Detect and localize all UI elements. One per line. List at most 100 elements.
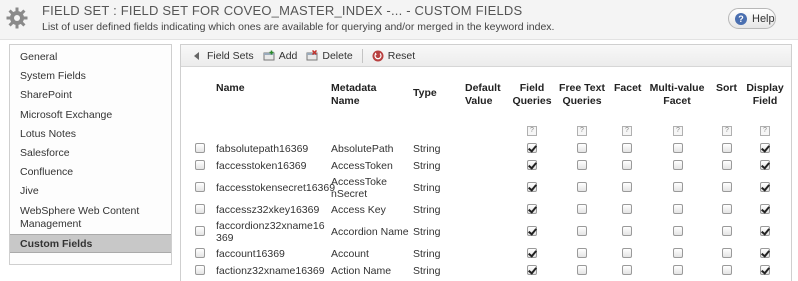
facet-checkbox[interactable]	[622, 182, 632, 192]
sort-checkbox[interactable]	[722, 160, 732, 170]
free-text-queries-checkbox[interactable]	[577, 204, 587, 214]
toolbar-divider	[361, 48, 363, 63]
col-header-default-value: Default Value	[465, 82, 501, 107]
row-select-checkbox[interactable]	[195, 226, 205, 236]
free-text-queries-checkbox[interactable]	[577, 143, 587, 153]
add-label: Add	[278, 49, 298, 62]
free-text-queries-checkbox[interactable]	[577, 182, 587, 192]
facet-checkbox[interactable]	[622, 248, 632, 258]
row-select-checkbox[interactable]	[195, 265, 205, 275]
multi-value-facet-checkbox[interactable]	[673, 160, 683, 170]
sort-checkbox[interactable]	[722, 265, 732, 275]
field-queries-checkbox[interactable]	[527, 226, 537, 236]
facet-help-icon[interactable]: ?	[622, 126, 632, 136]
sidebar-item-sharepoint[interactable]: SharePoint	[10, 86, 171, 105]
multi-value-facet-checkbox[interactable]	[673, 265, 683, 275]
facet-checkbox[interactable]	[622, 160, 632, 170]
sidebar-nav: General System Fields SharePoint Microso…	[9, 44, 172, 265]
sidebar-item-general[interactable]: General	[10, 48, 171, 67]
sidebar-item-microsoft-exchange[interactable]: Microsoft Exchange	[10, 106, 171, 125]
field-queries-checkbox[interactable]	[527, 204, 537, 214]
add-button[interactable]: Add	[263, 49, 298, 62]
free-text-queries-checkbox[interactable]	[577, 226, 587, 236]
back-arrow-icon	[194, 51, 199, 60]
gear-icon	[6, 7, 28, 29]
row-name: fabsolutepath16369	[216, 143, 309, 155]
delete-label: Delete	[322, 49, 353, 62]
page-header: FIELD SET : FIELD SET FOR COVEO_MASTER_I…	[0, 0, 798, 40]
sort-checkbox[interactable]	[722, 182, 732, 192]
free-text-queries-checkbox[interactable]	[577, 265, 587, 275]
row-type: String	[413, 248, 441, 260]
display-field-checkbox[interactable]	[760, 143, 770, 153]
facet-checkbox[interactable]	[622, 204, 632, 214]
sort-checkbox[interactable]	[722, 248, 732, 258]
display-field-checkbox[interactable]	[760, 265, 770, 275]
sidebar-item-system-fields[interactable]: System Fields	[10, 67, 171, 86]
field-queries-help-icon[interactable]: ?	[527, 126, 537, 136]
delete-field-icon	[306, 49, 318, 60]
add-field-icon	[263, 50, 275, 60]
field-queries-checkbox[interactable]	[527, 182, 537, 192]
col-header-facet: Facet	[614, 82, 642, 94]
multi-value-facet-checkbox[interactable]	[673, 204, 683, 214]
row-type: String	[413, 143, 441, 155]
help-button[interactable]: ? Help	[728, 8, 776, 29]
display-field-help-icon[interactable]: ?	[760, 126, 770, 136]
free-text-queries-help-icon[interactable]: ?	[577, 126, 587, 136]
col-header-metadata-name: Metadata Name	[331, 82, 377, 107]
display-field-checkbox[interactable]	[760, 182, 770, 192]
multi-value-facet-checkbox[interactable]	[673, 248, 683, 258]
field-queries-checkbox[interactable]	[527, 143, 537, 153]
reset-label: Reset	[387, 49, 416, 62]
delete-button[interactable]: Delete	[306, 49, 353, 62]
field-sets-button[interactable]: Field Sets	[191, 50, 254, 62]
facet-checkbox[interactable]	[622, 143, 632, 153]
sidebar-item-websphere[interactable]: WebSphere Web Content Management	[10, 202, 160, 234]
col-header-name: Name	[216, 82, 245, 94]
row-metadata-name: Accordion Name	[331, 226, 409, 238]
sidebar-item-jive[interactable]: Jive	[10, 182, 171, 201]
row-select-checkbox[interactable]	[195, 160, 205, 170]
page-subtitle: List of user defined fields indicating w…	[42, 21, 555, 33]
multi-value-facet-checkbox[interactable]	[673, 182, 683, 192]
row-name: faccessz32xkey16369	[216, 204, 320, 216]
sidebar-item-custom-fields[interactable]: Custom Fields	[10, 233, 171, 253]
reset-button[interactable]: Reset	[372, 50, 415, 62]
display-field-checkbox[interactable]	[760, 248, 770, 258]
display-field-checkbox[interactable]	[760, 160, 770, 170]
row-select-checkbox[interactable]	[195, 143, 205, 153]
sidebar-item-confluence[interactable]: Confluence	[10, 163, 171, 182]
field-queries-checkbox[interactable]	[527, 248, 537, 258]
row-type: String	[413, 204, 441, 216]
display-field-checkbox[interactable]	[760, 226, 770, 236]
row-select-checkbox[interactable]	[195, 182, 205, 192]
sort-checkbox[interactable]	[722, 143, 732, 153]
sort-checkbox[interactable]	[722, 226, 732, 236]
field-queries-checkbox[interactable]	[527, 160, 537, 170]
sidebar-item-lotus-notes[interactable]: Lotus Notes	[10, 125, 171, 144]
multi-value-facet-checkbox[interactable]	[673, 143, 683, 153]
row-select-checkbox[interactable]	[195, 248, 205, 258]
free-text-queries-checkbox[interactable]	[577, 160, 587, 170]
col-header-multi-value-facet: Multi-value Facet	[649, 82, 705, 107]
row-metadata-name: AbsolutePath	[331, 143, 394, 155]
row-type: String	[413, 182, 441, 194]
facet-checkbox[interactable]	[622, 226, 632, 236]
facet-checkbox[interactable]	[622, 265, 632, 275]
field-queries-checkbox[interactable]	[527, 265, 537, 275]
row-select-checkbox[interactable]	[195, 204, 205, 214]
sort-help-icon[interactable]: ?	[722, 126, 732, 136]
multi-value-facet-help-icon[interactable]: ?	[673, 126, 683, 136]
sort-checkbox[interactable]	[722, 204, 732, 214]
row-metadata-name: Account	[331, 248, 369, 260]
col-header-type: Type	[413, 87, 437, 99]
row-name: faccesstokensecret16369	[216, 182, 336, 194]
display-field-checkbox[interactable]	[760, 204, 770, 214]
free-text-queries-checkbox[interactable]	[577, 248, 587, 258]
row-metadata-name: AccessToken	[331, 160, 393, 172]
sidebar-item-salesforce[interactable]: Salesforce	[10, 144, 171, 163]
help-label: Help	[752, 12, 775, 25]
row-metadata-name: AccessTokenSecret	[331, 176, 388, 200]
multi-value-facet-checkbox[interactable]	[673, 226, 683, 236]
